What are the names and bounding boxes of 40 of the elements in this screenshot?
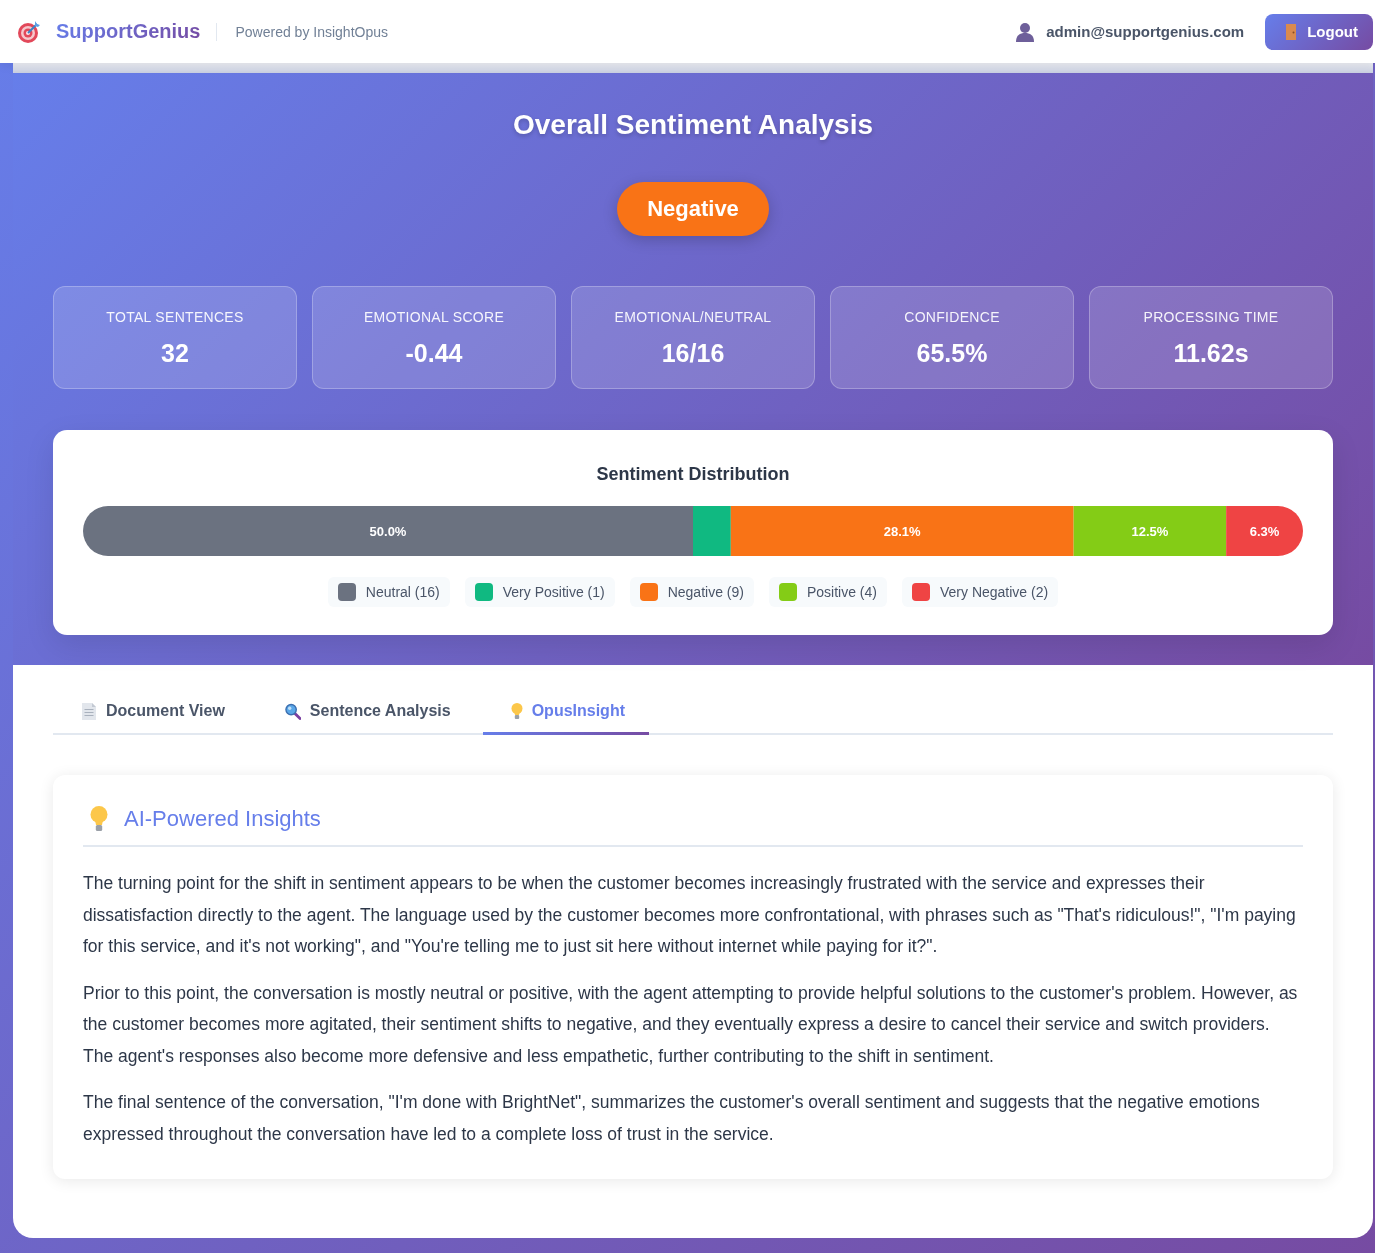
insight-paragraph: Prior to this point, the conversation is mostly neutral or positive, with the agent attempting to provide helpful solutions to the customer's problem. However, as the customer becomes more agitated, their sentiment shifts to negative, and they eventually express a desire to cancel their service and switch providers. The agent's responses also become more defensive and less empathetic, further contributing to the shift in sentiment.	[83, 981, 1299, 1068]
tab[interactable]: OpusInsight	[482, 690, 649, 735]
stat-label: PROCESSING TIME	[1143, 309, 1279, 326]
segment-value-label: 12.5%	[1131, 524, 1169, 539]
stat-value: 16/16	[661, 338, 725, 368]
stat-label: EMOTIONAL/NEUTRAL	[614, 309, 772, 326]
tab[interactable]: Sentence Analysis	[256, 690, 475, 735]
brand-name: SupportGenius	[56, 20, 201, 43]
segment-value-label: 50.0%	[369, 524, 407, 539]
legend-label: Very Negative (2)	[940, 583, 1049, 601]
search-icon	[284, 702, 301, 720]
insight-paragraph: The turning point for the shift in sentiment appears to be when the customer becomes increasingly frustrated with the service and expresses their dissatisfaction directly to the agent. The language used by the customer becomes more confrontational, with phrases such as "That's ridiculous!", "I'm paying for this service, and it's not working", and "You're telling me to just sit here without internet while paying for it?".	[83, 872, 1297, 958]
analysis-title: Overall Sentiment Analysis	[512, 108, 874, 142]
lightbulb-icon	[90, 806, 108, 832]
target-logo-icon	[17, 19, 41, 44]
stat-label: TOTAL SENTENCES	[106, 309, 244, 326]
segment-value-label: 28.1%	[883, 524, 921, 539]
insights-title: AI-Powered Insights	[124, 805, 321, 833]
document-icon	[81, 702, 97, 720]
logout-button[interactable]: Logout	[1265, 13, 1373, 50]
stat-value: 65.5%	[916, 338, 988, 368]
powered-by-text: Powered by InsightOpus	[235, 23, 388, 40]
legend-label: Positive (4)	[806, 583, 877, 601]
chart-title: Sentiment Distribution	[595, 463, 791, 485]
insight-paragraph: The final sentence of the conversation, "I'm done with BrightNet", summarizes the customer's overall sentiment and suggests that the negative emotions expressed throughout the conversation have led to a complete loss of trust in the service.	[83, 1091, 1261, 1146]
stat-label: CONFIDENCE	[904, 309, 1000, 326]
user-icon	[1016, 21, 1035, 42]
user-email: admin@supportgenius.com	[1046, 23, 1245, 40]
legend-label: Neutral (16)	[365, 583, 440, 601]
stat-value: -0.44	[405, 338, 463, 368]
legend-label: Very Positive (1)	[502, 583, 605, 601]
lightbulb-icon	[510, 702, 523, 720]
stat-label: EMOTIONAL SCORE	[363, 309, 505, 326]
tab[interactable]: Document View	[53, 690, 249, 735]
overall-sentiment-badge: Negative	[617, 182, 769, 236]
door-icon	[1286, 23, 1297, 40]
legend-label: Negative (9)	[667, 583, 744, 601]
segment-value-label: 6.3%	[1249, 524, 1280, 539]
stat-value: 11.62s	[1173, 338, 1249, 368]
stat-value: 32	[161, 338, 189, 368]
